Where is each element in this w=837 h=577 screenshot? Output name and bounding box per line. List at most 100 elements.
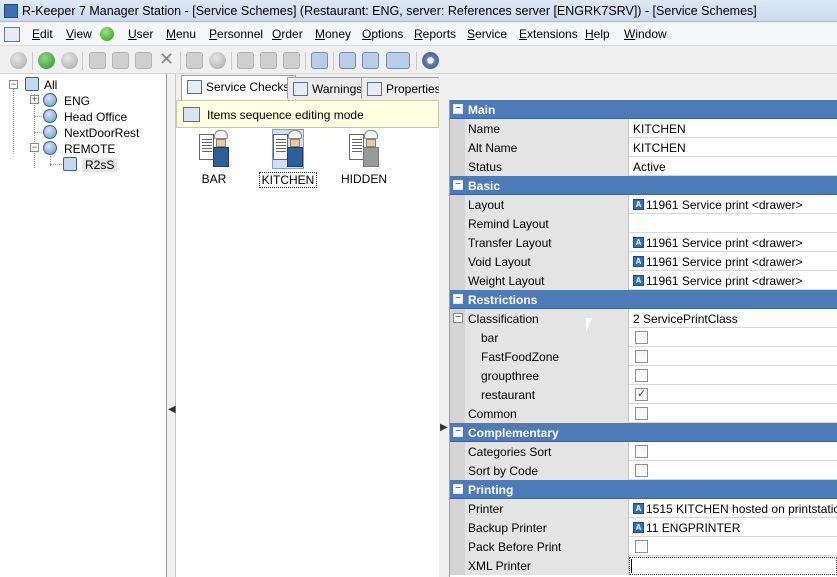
delete-icon[interactable]: ✕ <box>158 50 175 69</box>
tree-item-nextdoorrest[interactable]: NextDoorRest <box>64 126 139 140</box>
tab-properties[interactable]: Properties <box>361 77 448 99</box>
void-layout-value: 11961 Service print <drawer> <box>646 255 803 269</box>
check-item-bar[interactable]: BAR <box>179 130 249 186</box>
alt-name-value[interactable]: KITCHEN <box>630 138 837 157</box>
transfer-icon[interactable] <box>362 52 379 69</box>
tree-item-all[interactable]: All <box>44 78 57 92</box>
categories-sort-checkbox[interactable] <box>635 445 648 458</box>
menu-reports[interactable]: Reports <box>414 27 456 41</box>
document-icon[interactable] <box>4 27 20 42</box>
menu-extensions[interactable]: Extensions <box>519 27 578 41</box>
category-basic[interactable]: − Basic <box>450 176 837 195</box>
prop-row-layout[interactable]: Layout A 11961 Service print <drawer> <box>450 195 837 214</box>
sort-by-code-checkbox[interactable] <box>635 464 648 477</box>
expand-icon[interactable]: + <box>30 95 39 104</box>
menu-user[interactable]: User <box>128 27 153 41</box>
menu-personnel[interactable]: Personnel <box>209 27 263 41</box>
refresh-icon[interactable] <box>10 52 27 69</box>
menu-help[interactable]: Help <box>585 27 610 41</box>
status-value[interactable]: Active <box>630 157 837 176</box>
common-checkbox[interactable] <box>635 407 648 420</box>
export-icon[interactable] <box>135 52 152 69</box>
prop-row-classification[interactable]: − Classification 2 ServicePrintClass <box>450 309 837 328</box>
prop-row-groupthree[interactable]: groupthree <box>450 366 837 385</box>
tree-item-eng[interactable]: ENG <box>64 94 90 108</box>
menu-window[interactable]: Window <box>624 27 667 41</box>
left-splitter[interactable]: ◀ <box>167 74 176 577</box>
back-icon[interactable] <box>38 52 55 69</box>
name-value[interactable]: KITCHEN <box>630 119 837 138</box>
tree-item-head-office[interactable]: Head Office <box>64 110 127 124</box>
category-complementary[interactable]: − Complementary <box>450 423 837 442</box>
mode-banner: Items sequence editing mode <box>176 100 439 128</box>
prop-row-weight-layout[interactable]: Weight Layout A 11961 Service print <drawe… <box>450 271 837 290</box>
prop-row-pack-before-print[interactable]: Pack Before Print <box>450 537 837 556</box>
prop-row-status[interactable]: Status Active <box>450 157 837 176</box>
prop-row-remind-layout[interactable]: Remind Layout <box>450 214 837 233</box>
restaurant-checkbox[interactable] <box>635 387 648 401</box>
search-icon[interactable] <box>311 52 328 69</box>
copy-icon[interactable] <box>237 52 254 69</box>
category-restrictions[interactable]: − Restrictions <box>450 290 837 309</box>
server-icon <box>63 157 77 171</box>
groupthree-checkbox[interactable] <box>635 369 648 382</box>
tab-warnings[interactable]: Warnings <box>287 77 370 99</box>
settings-gear-icon[interactable] <box>422 52 439 69</box>
paste-icon[interactable] <box>283 52 300 69</box>
cancel-icon[interactable] <box>209 52 226 69</box>
collapse-icon[interactable]: − <box>30 143 39 152</box>
menu-view[interactable]: View <box>66 27 92 41</box>
printer-value: 1515 KITCHEN hosted on printstation <box>646 502 837 516</box>
prop-row-categories-sort[interactable]: Categories Sort <box>450 442 837 461</box>
chart-icon[interactable] <box>339 52 356 69</box>
layout-icon: A <box>633 199 644 210</box>
printer-icon: A <box>633 503 644 514</box>
menu-order[interactable]: Order <box>272 27 303 41</box>
view-mode-dropdown-icon[interactable] <box>386 52 410 69</box>
prop-row-fastfoodzone[interactable]: FastFoodZone <box>450 347 837 366</box>
bar-checkbox[interactable] <box>635 331 648 344</box>
menu-options[interactable]: Options <box>362 27 403 41</box>
title-bar: R-Keeper 7 Manager Station - [Service Sc… <box>0 0 837 22</box>
prop-row-sort-by-code[interactable]: Sort by Code <box>450 461 837 480</box>
properties-icon <box>367 82 382 96</box>
prop-row-restaurant[interactable]: restaurant <box>450 385 837 404</box>
collapse-icon[interactable]: − <box>453 313 463 323</box>
menu-service[interactable]: Service <box>467 27 507 41</box>
new-item-icon[interactable] <box>89 52 106 69</box>
save-icon[interactable] <box>186 52 203 69</box>
prop-row-printer[interactable]: Printer A 1515 KITCHEN hosted on printstat… <box>450 499 837 518</box>
collapse-icon: − <box>453 104 463 114</box>
properties-icon[interactable] <box>112 52 129 69</box>
collapse-left-icon[interactable]: ◀ <box>168 404 176 415</box>
collapse-right-icon[interactable]: ▶ <box>440 422 448 433</box>
prop-row-backup-printer[interactable]: Backup Printer A 11 ENGPRINTER <box>450 518 837 537</box>
menu-edit[interactable]: Edit <box>32 27 53 41</box>
fastfoodzone-checkbox[interactable] <box>635 350 648 363</box>
xml-printer-editor[interactable] <box>629 557 837 575</box>
menu-menu[interactable]: Menu <box>166 27 196 41</box>
collapse-icon[interactable]: − <box>9 80 18 89</box>
classification-value[interactable]: 2 ServicePrintClass <box>630 309 837 328</box>
prop-row-common[interactable]: Common <box>450 404 837 423</box>
tree-item-r2ss[interactable]: R2sS <box>82 158 118 172</box>
prop-row-transfer-layout[interactable]: Transfer Layout A 11961 Service print <dra… <box>450 233 837 252</box>
menu-money[interactable]: Money <box>315 27 351 41</box>
check-item-kitchen[interactable]: KITCHEN <box>253 129 323 188</box>
right-splitter[interactable]: ▶ <box>439 74 449 577</box>
forward-icon[interactable] <box>61 52 78 69</box>
tree-item-remote[interactable]: REMOTE <box>64 142 115 156</box>
prop-row-bar[interactable]: bar <box>450 328 837 347</box>
check-item-hidden[interactable]: HIDDEN <box>329 130 399 186</box>
prop-row-alt-name[interactable]: Alt Name KITCHEN <box>450 138 837 157</box>
tab-service-checks[interactable]: Service Checks <box>181 75 297 100</box>
backup-printer-value: 11 ENGPRINTER <box>646 521 741 535</box>
category-printing[interactable]: − Printing <box>450 480 837 499</box>
category-main[interactable]: − Main <box>450 100 837 119</box>
restaurant-icon <box>43 125 57 139</box>
remind-layout-value[interactable] <box>630 214 837 233</box>
prop-row-void-layout[interactable]: Void Layout A 11961 Service print <drawer> <box>450 252 837 271</box>
cut-icon[interactable] <box>260 52 277 69</box>
prop-row-name[interactable]: Name KITCHEN <box>450 119 837 138</box>
pack-before-print-checkbox[interactable] <box>635 540 648 553</box>
